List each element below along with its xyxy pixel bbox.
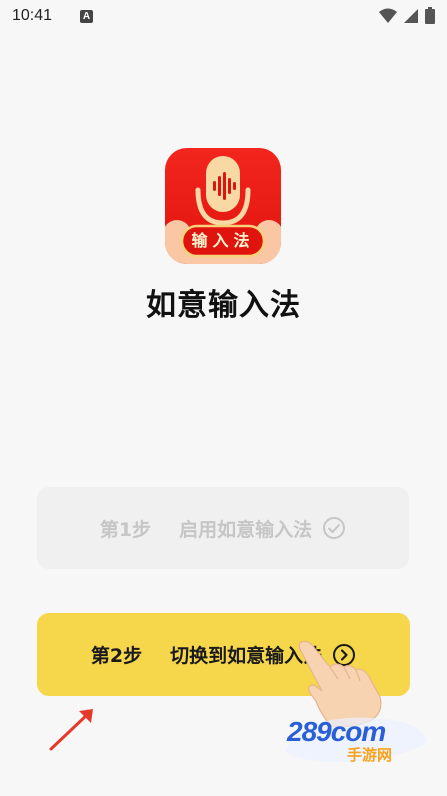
watermark-line2: 手游网 [347, 746, 393, 764]
status-icons [379, 7, 435, 24]
step1-prefix: 第1步 [99, 518, 152, 541]
app-logo: 输入法 [165, 148, 281, 264]
status-bar: 10:41 A [0, 0, 447, 32]
battery-icon [425, 7, 435, 24]
watermark-logo: 289com 手游网 [281, 708, 431, 770]
app-title: 如意输入法 [146, 288, 301, 323]
step2-prefix: 第2步 [90, 645, 143, 667]
step1-label: 启用如意输入法 [179, 518, 313, 541]
status-time: 10:41 [12, 7, 53, 24]
step1-enable-button[interactable]: 第1步 启用如意输入法 [37, 487, 409, 569]
signal-icon [404, 8, 418, 23]
wifi-icon [379, 8, 397, 23]
check-circle-icon [323, 517, 346, 539]
a-icon: A [80, 9, 94, 23]
logo-badge-text: 输入法 [191, 231, 255, 250]
red-arrow-icon [49, 709, 93, 751]
